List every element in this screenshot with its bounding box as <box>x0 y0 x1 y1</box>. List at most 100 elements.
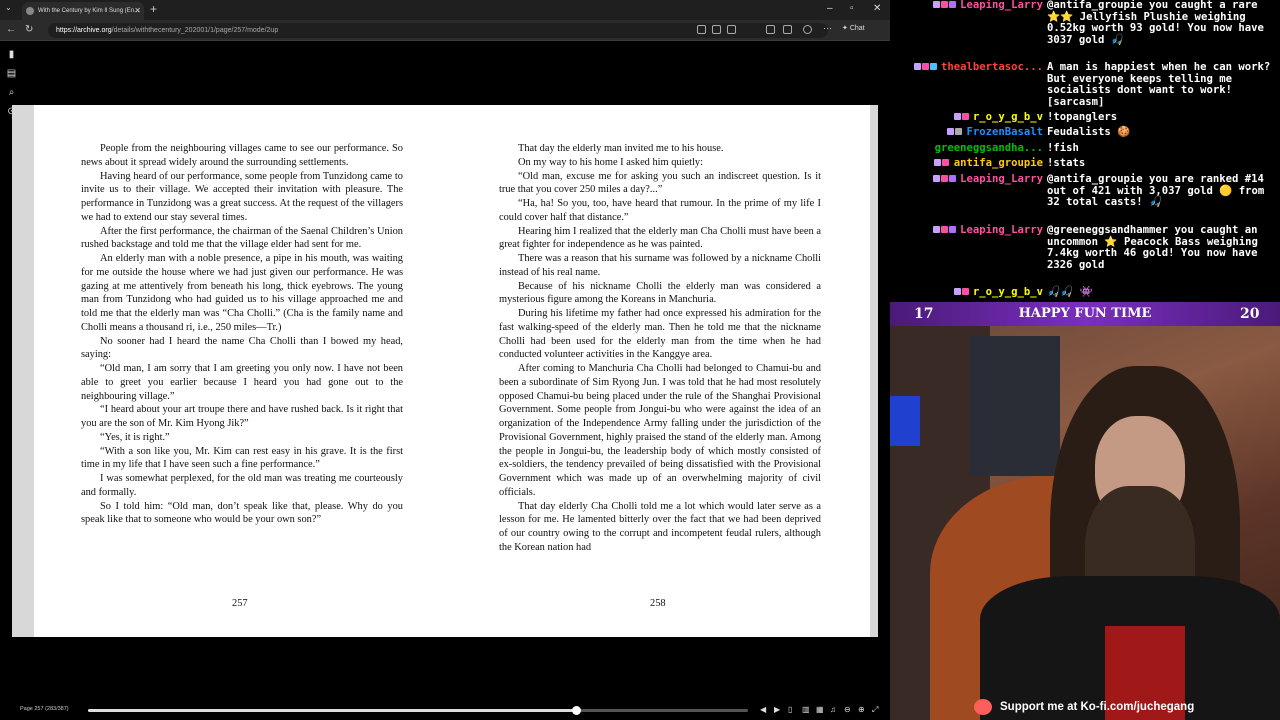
left-page-number: 257 <box>232 598 248 609</box>
chat-username[interactable]: r_o_y_g_b_v <box>973 111 1043 124</box>
tab-title: With the Century by Kim Il Sung (En... <box>38 8 140 14</box>
kofi-cup-icon <box>974 699 992 715</box>
chat-badge-icon <box>940 175 948 182</box>
chat-username[interactable]: thealbertasoc... <box>941 61 1043 74</box>
paragraph: That day elderly Cha Cholli told me a lo… <box>499 500 821 553</box>
url-field[interactable]: https://archive.org/details/withthecentu… <box>48 23 828 38</box>
thumbnail-view-icon[interactable]: ▦ <box>816 705 824 714</box>
paragraph: That day the elderly man invited me to h… <box>518 143 724 154</box>
extension-icon-2[interactable] <box>766 25 775 34</box>
chat-badge-icon <box>948 226 956 233</box>
chat-message-text: @antifa_groupie you caught a rare ⭐⭐ Jel… <box>1047 0 1264 47</box>
page-label: Page 257 (283/387) <box>20 706 69 712</box>
extension-icon[interactable] <box>727 25 736 34</box>
paragraph: There was a reason that his surname was … <box>499 253 821 278</box>
chat-badge-icon <box>929 63 937 70</box>
browser-tab[interactable]: With the Century by Kim Il Sung (En... ✕ <box>22 2 144 20</box>
page-slider-fill <box>88 709 577 712</box>
close-tab-icon[interactable]: ✕ <box>134 2 141 20</box>
paragraph: “Old man, I am sorry that I am greeting … <box>81 363 403 402</box>
paragraph: During his lifetime my father had once e… <box>499 308 821 361</box>
profile-avatar-icon[interactable] <box>803 25 812 34</box>
read-aloud-icon[interactable]: ♫ <box>830 705 836 714</box>
paragraph: People from the neighbouring villages ca… <box>81 143 403 168</box>
book-spread: People from the neighbouring villages ca… <box>12 105 878 637</box>
next-page-icon[interactable]: ▶ <box>774 705 780 714</box>
paragraph: No sooner had I heard the name Cha Choll… <box>81 335 403 361</box>
chat-username[interactable]: Leaping_Larry <box>960 0 1043 12</box>
paragraph: On my way to his home I asked him quietl… <box>518 156 703 168</box>
fullscreen-icon[interactable]: ⤢ <box>872 705 878 715</box>
chat-badge-icon <box>961 113 969 120</box>
chat-badge-icon <box>913 63 921 70</box>
chat-message-text: !stats <box>1047 157 1086 169</box>
tab-menu-icon[interactable]: ⌄ <box>5 3 12 12</box>
browser-tab-bar: ⌄ With the Century by Kim Il Sung (En...… <box>0 0 890 20</box>
paragraph: After the first performance, the chairma… <box>81 225 403 251</box>
chat-username[interactable]: FrozenBasalt <box>966 126 1043 139</box>
kofi-support-text: Support me at Ko-fi.com/juchegang <box>1000 701 1195 713</box>
chat-username[interactable]: Leaping_Larry <box>960 173 1043 186</box>
chat-button-label: Chat <box>849 25 865 32</box>
left-page-text: People from the neighbouring villages ca… <box>81 142 403 527</box>
chat-message-text: !fish <box>1047 142 1079 154</box>
chat-badge-icon <box>934 159 942 166</box>
banner-title: HAPPY FUN TIME <box>1018 306 1152 321</box>
chat-badge-icon <box>948 1 956 8</box>
chat-username[interactable]: antifa_groupie <box>954 157 1043 170</box>
paragraph: Because of his nickname Cholli the elder… <box>499 280 821 306</box>
chat-badges <box>947 127 963 137</box>
paragraph: “Ha, ha! So you, too, have heard that ru… <box>499 198 821 223</box>
chat-message-text: !topanglers <box>1047 111 1118 123</box>
paragraph: Hearing him I realized that the elderly … <box>499 225 821 251</box>
maximize-icon[interactable]: ▫ <box>850 3 854 14</box>
table-of-contents-icon[interactable]: ▮ <box>6 49 17 60</box>
chat-badge-icon <box>932 175 940 182</box>
one-page-view-icon[interactable]: ▯ <box>788 705 792 714</box>
zoom-out-icon[interactable]: ⊖ <box>844 705 851 714</box>
bookmark-icon[interactable] <box>712 25 721 34</box>
chat-badge-icon <box>953 113 961 120</box>
right-page-text: That day the elderly man invited me to h… <box>499 142 821 555</box>
url-host: https://archive.org <box>56 27 112 34</box>
chat-badge-icon <box>948 175 956 182</box>
webcam-light <box>890 396 920 446</box>
page-slider-handle[interactable] <box>572 706 582 715</box>
zoom-in-icon[interactable]: ⊕ <box>858 705 865 714</box>
reader-mode-icon[interactable] <box>697 25 706 34</box>
paragraph: An elderly man with a noble presence, a … <box>81 253 403 333</box>
chat-badges <box>934 158 950 168</box>
reader-navbar: Page 257 (283/387) ◀ ▶ ▯ ▥ ▦ ♫ ⊖ ⊕ ⤢ <box>0 700 890 720</box>
chat-badges <box>953 287 970 297</box>
chat-badge-icon <box>942 159 950 166</box>
previous-page-icon[interactable]: ◀ <box>760 705 766 714</box>
menu-dots-icon[interactable]: ⋯ <box>823 23 832 33</box>
close-window-icon[interactable]: ✕ <box>873 3 881 14</box>
chat-username[interactable]: greeneggsandha... <box>935 142 1043 155</box>
paragraph: “Old man, excuse me for asking you such … <box>499 170 821 196</box>
webcam-feed <box>890 326 1280 720</box>
reload-icon[interactable]: ↻ <box>25 24 33 35</box>
chat-badges <box>953 112 970 122</box>
chat-button[interactable]: ✦ Chat <box>842 24 865 32</box>
two-page-view-icon[interactable]: ▥ <box>802 705 810 714</box>
new-tab-icon[interactable]: + <box>150 2 157 16</box>
back-icon[interactable]: ← <box>6 24 16 35</box>
chat-message-text: A man is happiest when he can work? But … <box>1047 61 1271 109</box>
chat-badge-icon <box>921 63 929 70</box>
favicon-icon <box>26 7 34 15</box>
chat-badge-icon <box>947 128 955 135</box>
chat-badge-icon <box>961 288 969 295</box>
chat-badge-icon <box>932 226 940 233</box>
page-slider[interactable] <box>88 706 748 715</box>
chat-username[interactable]: r_o_y_g_b_v <box>973 286 1043 299</box>
stream-banner: 17 HAPPY FUN TIME 20 <box>890 302 1280 326</box>
chat-message-text: @antifa_groupie you are ranked #14 out o… <box>1047 173 1265 209</box>
chat-badges <box>932 174 957 184</box>
search-icon[interactable]: ⌕ <box>6 87 17 98</box>
minimize-icon[interactable]: – <box>827 3 833 14</box>
chat-username[interactable]: Leaping_Larry <box>960 224 1043 237</box>
stream-chat: Leaping_Larry @antifa_groupie you caught … <box>890 0 1280 302</box>
extensions-menu-icon[interactable] <box>783 25 792 34</box>
thumbnails-icon[interactable]: ▤ <box>6 68 17 79</box>
